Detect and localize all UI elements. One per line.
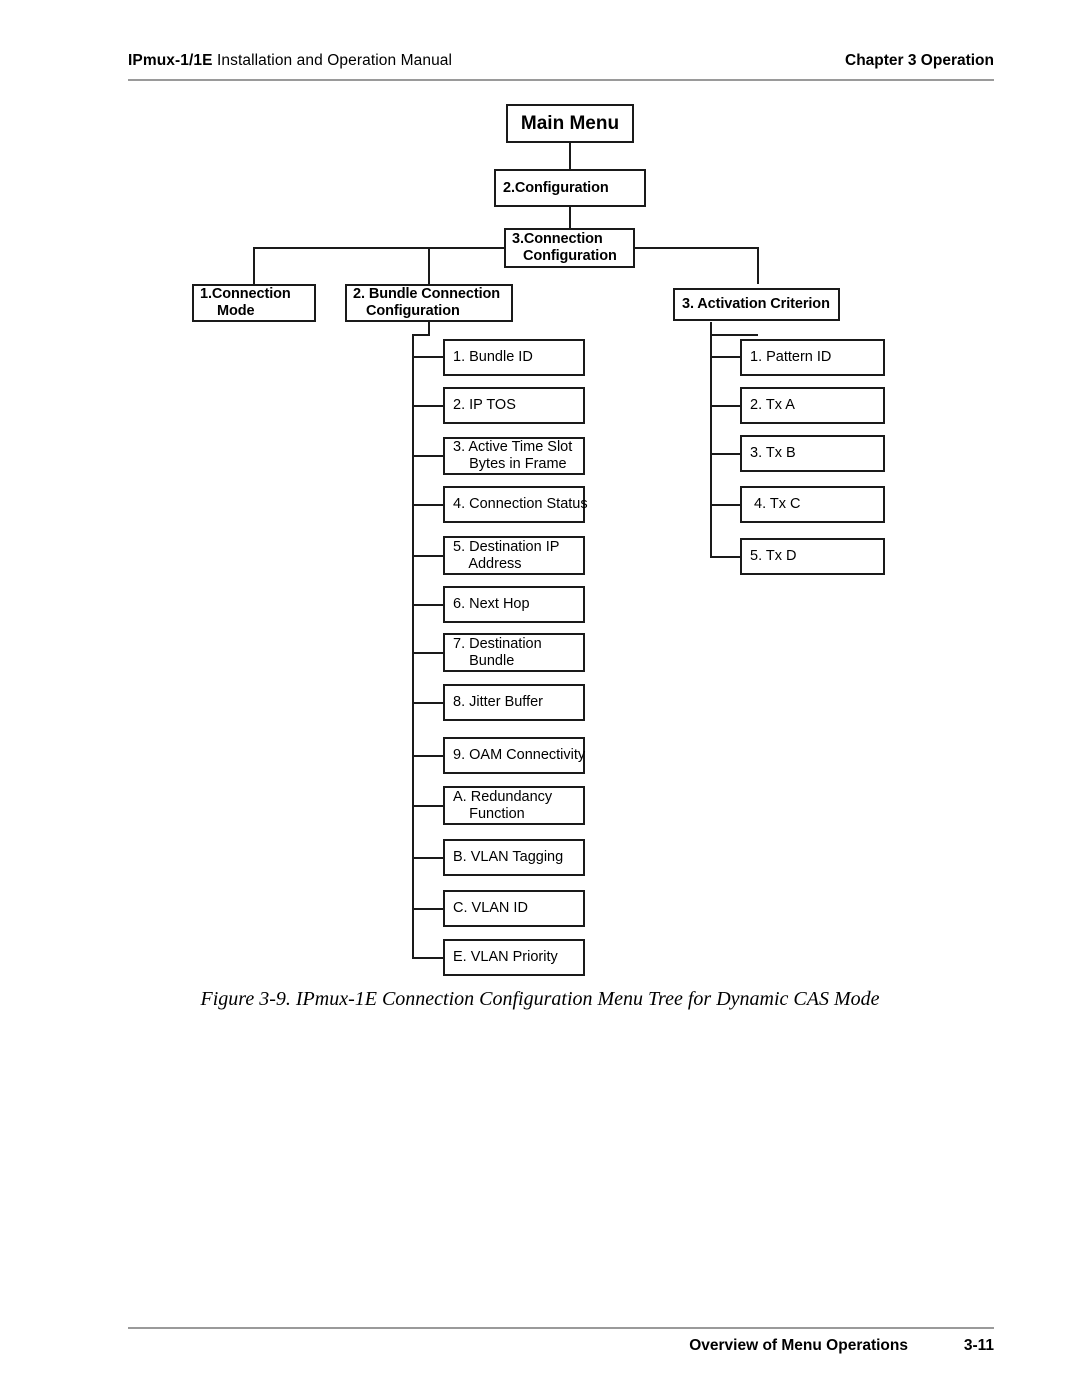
connector-bundle-spine xyxy=(412,334,414,958)
connector-tick-activation-2 xyxy=(710,405,742,407)
node-main-menu-label: Main Menu xyxy=(520,113,620,134)
node-activation-item-5[interactable]: 5. Tx D xyxy=(740,538,885,575)
node-bundle-item-1[interactable]: 1. Bundle ID xyxy=(443,339,585,376)
node-bundle-item-6-label: 6. Next Hop xyxy=(453,596,530,612)
menu-tree-diagram: Main Menu 2.Configuration 3.Connection C… xyxy=(0,0,1080,1000)
footer-page-number: 3-11 xyxy=(963,1337,994,1354)
node-activation-item-3[interactable]: 3. Tx B xyxy=(740,435,885,472)
node-activation-item-2[interactable]: 2. Tx A xyxy=(740,387,885,424)
connector-tick-activation-5 xyxy=(710,556,742,558)
node-bundle-item-11[interactable]: B. VLAN Tagging xyxy=(443,839,585,876)
node-connection-mode-label-line1: 1.Connection xyxy=(200,286,291,302)
connector-tick-bundle-6 xyxy=(412,604,445,606)
node-bundle-item-2-label: 2. IP TOS xyxy=(453,397,516,413)
connector-drop-activation-criterion xyxy=(757,247,759,284)
node-bundle-item-11-label: B. VLAN Tagging xyxy=(453,849,564,865)
node-configuration[interactable]: 2.Configuration xyxy=(494,169,646,207)
connector-tick-bundle-11 xyxy=(412,857,445,859)
node-connection-configuration-label-line2: Configuration xyxy=(523,248,617,264)
node-bundle-item-7[interactable]: 7. Destination Bundle xyxy=(443,633,585,672)
connector-tick-bundle-7 xyxy=(412,652,445,654)
connector-tick-activation-1 xyxy=(710,356,742,358)
connector-bus-right xyxy=(634,247,759,249)
connector-tick-bundle-13 xyxy=(412,957,445,959)
connector-tick-bundle-5 xyxy=(412,555,445,557)
node-bundle-item-10-label-line2: Function xyxy=(453,805,525,822)
node-bundle-item-9[interactable]: 9. OAM Connectivity xyxy=(443,737,585,774)
connector-bundle-spine-turn xyxy=(412,334,430,336)
node-bundle-item-10-label-line1: A. Redundancy xyxy=(453,788,553,805)
node-connection-configuration-label-line1: 3.Connection xyxy=(512,231,603,247)
node-connection-mode[interactable]: 1.Connection Mode xyxy=(192,284,316,322)
connector-activation-spine xyxy=(710,334,712,557)
connector-tick-bundle-9 xyxy=(412,755,445,757)
node-bundle-item-7-label-line2: Bundle xyxy=(453,652,515,669)
node-configuration-label: 2.Configuration xyxy=(503,179,609,196)
node-bundle-item-2[interactable]: 2. IP TOS xyxy=(443,387,585,424)
footer-divider-rule xyxy=(128,1327,994,1329)
node-connection-configuration[interactable]: 3.Connection Configuration xyxy=(504,228,635,268)
connector-tick-bundle-3 xyxy=(412,455,445,457)
node-bundle-item-12-label: C. VLAN ID xyxy=(453,900,528,916)
node-bundle-item-5-label-line1: 5. Destination IP xyxy=(453,538,560,555)
node-bundle-item-3-label-line1: 3. Active Time Slot xyxy=(453,439,573,455)
connector-drop-connection-mode xyxy=(253,247,255,284)
connector-tick-bundle-12 xyxy=(412,908,445,910)
node-activation-criterion[interactable]: 3. Activation Criterion xyxy=(673,288,840,321)
connector-tick-bundle-10 xyxy=(412,805,445,807)
node-bundle-item-7-label-line1: 7. Destination xyxy=(453,635,542,652)
node-bundle-item-5-label-line2: Address xyxy=(453,555,522,572)
connector-activation-spine-turn xyxy=(710,334,758,336)
connector-tick-bundle-1 xyxy=(412,356,445,358)
node-bundle-item-4[interactable]: 4. Connection Status xyxy=(443,486,588,523)
node-activation-item-1[interactable]: 1. Pattern ID xyxy=(740,339,885,376)
node-activation-item-5-label: 5. Tx D xyxy=(750,548,797,564)
node-bundle-item-4-label: 4. Connection Status xyxy=(453,496,588,512)
node-bundle-item-3-label-line2: Bytes in Frame xyxy=(453,456,567,472)
node-activation-item-2-label: 2. Tx A xyxy=(750,397,795,413)
connector-tick-bundle-2 xyxy=(412,405,445,407)
node-bundle-item-8[interactable]: 8. Jitter Buffer xyxy=(443,684,585,721)
figure-caption: Figure 3-9. IPmux-1E Connection Configur… xyxy=(200,988,880,1010)
connector-drop-bundle-config xyxy=(428,247,430,284)
node-bundle-item-6[interactable]: 6. Next Hop xyxy=(443,586,585,623)
connector-tick-bundle-8 xyxy=(412,702,445,704)
node-bundle-item-12[interactable]: C. VLAN ID xyxy=(443,890,585,927)
node-connection-mode-label-line2: Mode xyxy=(217,303,255,319)
connector-configuration-to-connection-config xyxy=(569,206,571,228)
node-bundle-item-10[interactable]: A. Redundancy Function xyxy=(443,786,585,825)
node-bundle-connection-configuration[interactable]: 2. Bundle Connection Configuration xyxy=(345,284,513,322)
node-activation-item-3-label: 3. Tx B xyxy=(750,445,796,461)
connector-tick-bundle-4 xyxy=(412,504,445,506)
node-bundle-item-8-label: 8. Jitter Buffer xyxy=(453,694,543,710)
running-footer: Overview of Menu Operations 3-11 xyxy=(128,1337,994,1363)
node-bundle-item-9-label: 9. OAM Connectivity xyxy=(453,747,586,763)
node-bundle-item-3[interactable]: 3. Active Time Slot Bytes in Frame xyxy=(443,437,585,475)
node-bundle-item-13[interactable]: E. VLAN Priority xyxy=(443,939,585,976)
connector-root-to-configuration xyxy=(569,142,571,170)
node-activation-criterion-label: 3. Activation Criterion xyxy=(682,296,830,312)
node-bundle-item-13-label: E. VLAN Priority xyxy=(453,949,558,965)
node-bundle-item-1-label: 1. Bundle ID xyxy=(453,349,533,365)
connector-tick-activation-4 xyxy=(710,504,742,506)
connector-tick-activation-3 xyxy=(710,453,742,455)
node-activation-item-4[interactable]: 4. Tx C xyxy=(740,486,885,523)
node-activation-item-1-label: 1. Pattern ID xyxy=(750,349,832,365)
node-activation-item-4-label: 4. Tx C xyxy=(754,496,801,512)
node-bundle-connection-configuration-label-line1: 2. Bundle Connection xyxy=(353,286,501,302)
footer-section-title: Overview of Menu Operations xyxy=(689,1337,908,1354)
connector-bus-left xyxy=(253,247,506,249)
node-bundle-item-5[interactable]: 5. Destination IP Address xyxy=(443,536,585,575)
node-bundle-connection-configuration-label-line2: Configuration xyxy=(366,303,460,319)
node-main-menu[interactable]: Main Menu xyxy=(506,104,634,143)
